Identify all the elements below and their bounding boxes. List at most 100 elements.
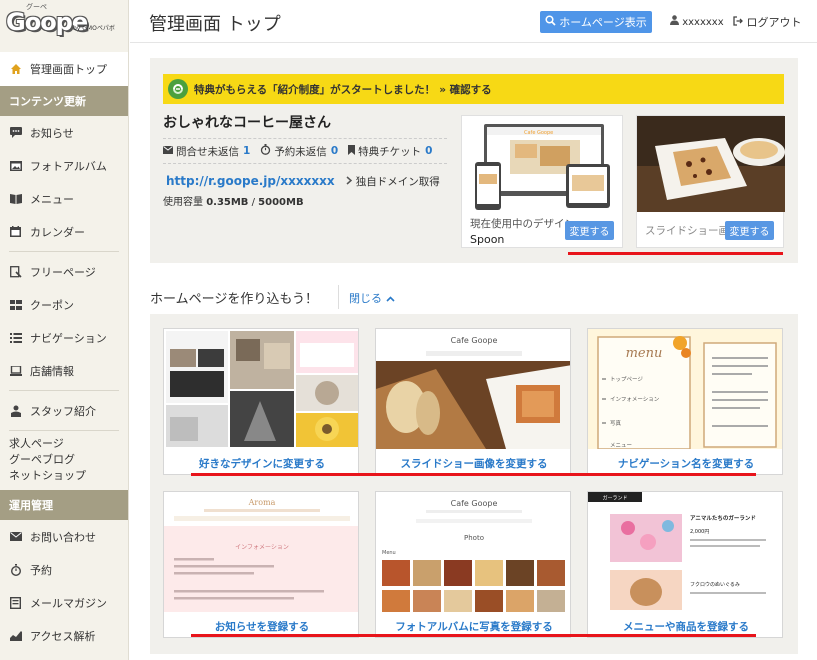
slideshow-preview-image <box>637 116 785 212</box>
sidebar-item-label: カレンダー <box>30 225 85 239</box>
sidebar-item-store[interactable]: 店舗情報 <box>0 354 128 387</box>
current-design-label: 現在使用中のデザイン <box>470 218 575 230</box>
logout-icon <box>733 16 743 29</box>
sidebar-link-recruit[interactable]: 求人ページ <box>0 436 128 452</box>
card-section-heading: Photo <box>464 534 484 542</box>
coupon-icon <box>9 298 22 311</box>
home-icon <box>9 63 22 76</box>
sidebar-item-photo[interactable]: フォトアルバム <box>0 149 128 182</box>
view-homepage-button[interactable]: ホームページ表示 <box>540 11 652 33</box>
goope-logo[interactable]: グーペ Goope by GMOペパボ <box>0 0 128 52</box>
sidebar-item-calendar[interactable]: カレンダー <box>0 215 128 248</box>
unreplied-reservations[interactable]: 予約未返信 0 <box>260 144 338 159</box>
referral-notice-banner[interactable]: 特典がもらえる「紹介制度」がスタートしました！ » 確認する <box>163 74 784 104</box>
photo-album-icon <box>9 159 22 172</box>
sidebar-item-label: フォトアルバム <box>30 159 107 173</box>
collapse-link[interactable]: 閉じる <box>349 290 395 306</box>
sidebar-item-label: お知らせ <box>30 126 74 140</box>
sidebar-item-staff[interactable]: スタッフ紹介 <box>0 394 128 427</box>
card-sub-heading: Menu <box>382 550 396 556</box>
stat-label: 予約未返信 <box>274 145 327 158</box>
sidebar-item-label: アクセス解析 <box>30 629 96 643</box>
menu-sample-image: ガーランド アニマルたちのガーランド 2,000円 フクロウのぬいぐるみ <box>588 492 782 612</box>
stat-label: 問合せ未返信 <box>176 145 239 158</box>
card-site-title: Cafe Goope <box>451 499 498 508</box>
sidebar-item-label: クーポン <box>30 298 74 312</box>
chart-icon <box>9 629 22 642</box>
bookmark-icon <box>348 144 356 158</box>
change-slideshow-card[interactable]: Cafe Goope スライドショー画像を変更する <box>375 328 571 475</box>
news-sample-image: Aroma インフォメーション <box>164 492 358 612</box>
chevron-up-icon <box>385 292 395 305</box>
collapse-label: 閉じる <box>349 292 382 305</box>
sidebar-item-label: 予約 <box>30 563 52 577</box>
sidebar: グーペ Goope by GMOペパボ 管理画面トップ コンテンツ更新 お知らせ… <box>0 0 129 660</box>
sidebar-item-reservation[interactable]: 予約 <box>0 553 128 586</box>
slideshow-card: スライドショー画像 変更する <box>636 115 785 248</box>
sidebar-divider <box>9 251 119 252</box>
unreplied-inquiries[interactable]: 問合せ未返信 1 <box>163 144 250 159</box>
sidebar-item-label: お問い合わせ <box>30 530 96 544</box>
register-news-card[interactable]: Aroma インフォメーション お知らせを登録する <box>163 491 359 638</box>
sidebar-item-navigation[interactable]: ナビゲーション <box>0 321 128 354</box>
sidebar-section-ops: 運用管理 <box>0 490 128 520</box>
sidebar-item-freepage[interactable]: フリーページ <box>0 255 128 288</box>
card-nav-item: インフォメーション <box>610 396 660 403</box>
notice-confirm-link[interactable]: » 確認する <box>439 82 491 97</box>
logout-link[interactable]: ログアウト <box>733 14 802 30</box>
logout-label: ログアウト <box>746 16 802 29</box>
sidebar-item-top[interactable]: 管理画面トップ <box>0 52 128 86</box>
photo-sample-image: Cafe Goope Photo Menu <box>376 492 570 612</box>
change-design-card[interactable]: 好きなデザインに変更する <box>163 328 359 475</box>
sidebar-item-analytics[interactable]: アクセス解析 <box>0 619 128 652</box>
site-url-row: http://r.goope.jp/xxxxxxx 独自ドメイン取得 <box>166 174 440 189</box>
stopwatch-icon <box>9 563 22 576</box>
register-menu-card[interactable]: ガーランド アニマルたちのガーランド 2,000円 フクロウのぬいぐるみ メニュ… <box>587 491 783 638</box>
navigation-sample-image: menu トップページ インフォメーション 写真 メニュー <box>588 329 782 449</box>
status-counters: 問合せ未返信 1 予約未返信 0 特典チケット 0 <box>163 138 447 164</box>
stopwatch-icon <box>260 144 271 158</box>
sidebar-item-label: メニュー <box>30 192 74 206</box>
sidebar-item-menu[interactable]: メニュー <box>0 182 128 215</box>
sidebar-item-label: メールマガジン <box>30 596 107 610</box>
thumb-brand: Cafe Goope <box>524 130 553 136</box>
storage-usage: 使用容量 0.35MB / 5000MB <box>163 193 304 208</box>
change-navigation-card[interactable]: menu トップページ インフォメーション 写真 メニュー ナビゲーション名を変… <box>587 328 783 475</box>
card-caption[interactable]: ナビゲーション名を変更する <box>588 450 782 474</box>
sidebar-item-label: 管理画面トップ <box>30 63 107 76</box>
register-photo-card[interactable]: Cafe Goope Photo Menu フォトアルバムに写真を登録する <box>375 491 571 638</box>
change-slideshow-button[interactable]: 変更する <box>725 221 774 240</box>
benefit-tickets[interactable]: 特典チケット 0 <box>348 144 432 159</box>
sidebar-item-coupon[interactable]: クーポン <box>0 288 128 321</box>
sidebar-item-contact[interactable]: お問い合わせ <box>0 520 128 553</box>
sidebar-item-newsletter[interactable]: メールマガジン <box>0 586 128 619</box>
mail-icon <box>9 530 22 543</box>
sidebar-link-shop[interactable]: ネットショップ <box>0 468 128 484</box>
site-name: おしゃれなコーヒー屋さん <box>163 115 331 131</box>
logo-kana: グーペ <box>26 3 47 11</box>
summary-panel: 特典がもらえる「紹介制度」がスタートしました！ » 確認する おしゃれなコーヒー… <box>150 58 798 263</box>
change-design-button[interactable]: 変更する <box>565 221 614 240</box>
sidebar-item-news[interactable]: お知らせ <box>0 116 128 149</box>
card-shop-name: ガーランド <box>602 495 627 502</box>
referral-icon <box>168 79 188 99</box>
card-caption[interactable]: スライドショー画像を変更する <box>376 450 570 474</box>
custom-domain-link[interactable]: 独自ドメイン取得 <box>346 176 440 188</box>
card-site-title: Aroma <box>248 498 276 507</box>
view-homepage-label: ホームページ表示 <box>559 16 647 29</box>
slideshow-sample-image: Cafe Goope <box>376 329 570 449</box>
sidebar-link-blog[interactable]: グーペブログ <box>0 452 128 468</box>
user-name: xxxxxxx <box>682 17 724 28</box>
card-item-price: 2,000円 <box>690 529 709 535</box>
card-caption[interactable]: 好きなデザインに変更する <box>164 450 358 474</box>
envelope-icon <box>163 145 173 157</box>
free-page-icon <box>9 265 22 278</box>
user-account[interactable]: xxxxxxx <box>670 15 724 28</box>
current-design-card: Cafe Goope 現在使用中のデザイン Spoon 変更する <box>461 115 623 248</box>
sidebar-divider <box>9 430 119 431</box>
card-menu-word: menu <box>626 346 663 361</box>
site-url-link[interactable]: http://r.goope.jp/xxxxxxx <box>166 174 335 188</box>
chevron-right-icon <box>346 176 353 188</box>
section-divider <box>338 285 339 309</box>
usage-sep: / <box>248 197 259 208</box>
